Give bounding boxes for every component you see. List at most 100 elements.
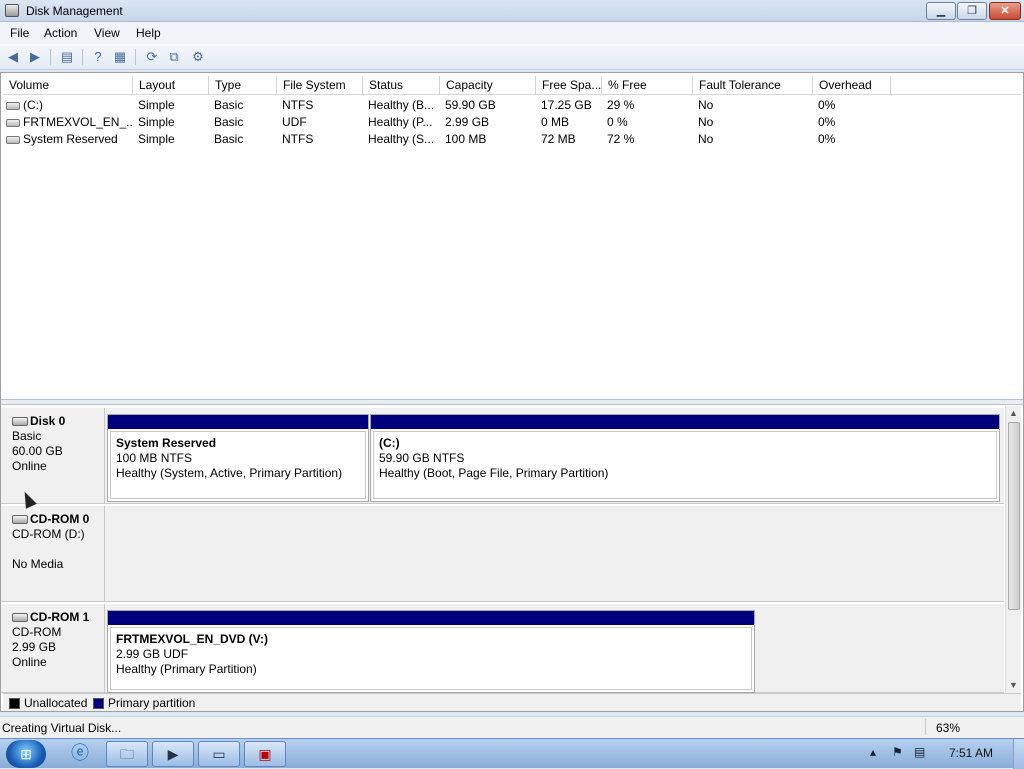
- primary-partition-bar: [108, 415, 368, 429]
- pane-splitter[interactable]: [1, 399, 1023, 405]
- col-overhead[interactable]: Overhead: [813, 76, 891, 95]
- disk-row-disk0: Disk 0 Basic 60.00 GB Online System Rese…: [1, 408, 1004, 504]
- status-separator: [925, 719, 926, 735]
- disk-row-cdrom0: CD-ROM 0 CD-ROM (D:) No Media: [1, 506, 1004, 602]
- disk-graphical-view: Disk 0 Basic 60.00 GB Online System Rese…: [1, 406, 1023, 693]
- col-status[interactable]: Status: [363, 76, 440, 95]
- volume-row-frtmexvol[interactable]: FRTMEXVOL_EN_... Simple Basic UDF Health…: [3, 114, 1021, 131]
- show-desktop-button[interactable]: [1013, 739, 1024, 769]
- fault-tolerance-cell: No: [698, 98, 714, 112]
- capacity-cell: 100 MB: [445, 132, 487, 146]
- partition-details: FRTMEXVOL_EN_DVD (V:) 2.99 GB UDF Health…: [110, 627, 752, 690]
- disk-state: No Media: [12, 557, 64, 571]
- layout-cell: Simple: [138, 98, 175, 112]
- menu-view[interactable]: View: [94, 26, 120, 40]
- start-button[interactable]: ⊞: [6, 740, 46, 768]
- network-icon[interactable]: ▤: [914, 745, 925, 759]
- help-icon[interactable]: ?: [89, 48, 107, 66]
- refresh-icon[interactable]: ⟳: [143, 48, 161, 66]
- capacity-cell: 2.99 GB: [445, 115, 490, 129]
- fs-cell: NTFS: [282, 132, 314, 146]
- status-bar: Creating Virtual Disk... 63%: [0, 716, 1024, 738]
- hard-disk-icon: [12, 417, 28, 426]
- volume-cell: (C:): [6, 97, 132, 114]
- settings-icon[interactable]: ⚙: [189, 48, 207, 66]
- maximize-button[interactable]: ❐: [957, 2, 987, 20]
- primary-partition-bar: [371, 415, 999, 429]
- disk-name-text: CD-ROM 1: [30, 610, 90, 624]
- overhead-cell: 0%: [818, 98, 836, 112]
- browser-icon[interactable]: ⓔ: [60, 741, 100, 767]
- partition-status: Healthy (Boot, Page File, Primary Partit…: [379, 466, 609, 480]
- disk-drive: CD-ROM (D:): [12, 527, 85, 541]
- status-cell: Healthy (B...: [368, 98, 435, 112]
- fs-cell: UDF: [282, 115, 307, 129]
- disk-state: Online: [12, 459, 47, 473]
- col-type[interactable]: Type: [209, 76, 277, 95]
- status-cell: Healthy (S...: [368, 132, 435, 146]
- disk-name: CD-ROM 0: [12, 512, 104, 527]
- menu-action[interactable]: Action: [44, 26, 77, 40]
- properties-icon[interactable]: ▦: [111, 48, 129, 66]
- col-free-space[interactable]: Free Spa...: [536, 76, 602, 95]
- menu-help[interactable]: Help: [136, 26, 161, 40]
- col-file-system[interactable]: File System: [277, 76, 363, 95]
- toolbox-icon[interactable]: ▣: [244, 741, 286, 767]
- overhead-cell: 0%: [818, 132, 836, 146]
- console-tree-icon[interactable]: ▤: [58, 48, 76, 66]
- scroll-down-icon[interactable]: ▼: [1009, 680, 1018, 690]
- disk-state: Online: [12, 655, 47, 669]
- percent-free-cell: 72 %: [607, 132, 635, 146]
- action-center-flag-icon[interactable]: ⚑: [892, 745, 903, 759]
- minimize-button[interactable]: ▁: [926, 2, 956, 20]
- volume-list-header: Volume Layout Type File System Status Ca…: [3, 76, 1021, 95]
- disk-label-cdrom0[interactable]: CD-ROM 0 CD-ROM (D:) No Media: [4, 506, 105, 601]
- disk-size: [12, 542, 104, 557]
- back-icon[interactable]: ◀: [4, 48, 22, 66]
- col-fault-tolerance[interactable]: Fault Tolerance: [693, 76, 813, 95]
- capacity-cell: 59.90 GB: [445, 98, 496, 112]
- col-capacity[interactable]: Capacity: [440, 76, 536, 95]
- col-volume[interactable]: Volume: [3, 76, 133, 95]
- disk-name-text: CD-ROM 0: [30, 512, 90, 526]
- partition-size: 2.99 GB UDF: [116, 647, 189, 661]
- primary-partition-swatch: [93, 698, 104, 709]
- volume-cell: FRTMEXVOL_EN_...: [6, 114, 132, 131]
- graph-scrollbar[interactable]: ▲ ▼: [1005, 406, 1021, 693]
- close-button[interactable]: ✕: [989, 2, 1021, 20]
- computer-management-icon[interactable]: ▭: [198, 741, 240, 767]
- forward-icon[interactable]: ▶: [26, 48, 44, 66]
- cd-drive-icon: [12, 515, 28, 524]
- volume-row-system-reserved[interactable]: System Reserved Simple Basic NTFS Health…: [3, 131, 1021, 148]
- volume-cell: System Reserved: [6, 131, 132, 148]
- menu-file[interactable]: File: [10, 26, 29, 40]
- clock[interactable]: 7:51 AM: [949, 746, 993, 760]
- legend-primary-partition: Primary partition: [108, 696, 196, 710]
- drive-icon: [6, 101, 20, 110]
- partition-title: System Reserved: [116, 436, 217, 450]
- partition-title: FRTMEXVOL_EN_DVD (V:): [116, 632, 269, 646]
- volume-row-c[interactable]: (C:) Simple Basic NTFS Healthy (B... 59.…: [3, 97, 1021, 114]
- legend-unallocated: Unallocated: [24, 696, 88, 710]
- disk-type: CD-ROM: [12, 625, 62, 639]
- col-percent-free[interactable]: % Free: [602, 76, 693, 95]
- col-layout[interactable]: Layout: [133, 76, 209, 95]
- partition-status: Healthy (System, Active, Primary Partiti…: [116, 466, 343, 480]
- volume-name: FRTMEXVOL_EN_...: [23, 115, 132, 129]
- disk-label-disk0[interactable]: Disk 0 Basic 60.00 GB Online: [4, 408, 105, 503]
- partition-c[interactable]: (C:) 59.90 GB NTFS Healthy (Boot, Page F…: [370, 414, 1000, 502]
- disk-name: Disk 0: [12, 414, 104, 429]
- scrollbar-thumb[interactable]: [1008, 422, 1020, 610]
- partition-system-reserved[interactable]: System Reserved 100 MB NTFS Healthy (Sys…: [107, 414, 369, 502]
- partition-size: 100 MB NTFS: [116, 451, 193, 465]
- scroll-up-icon[interactable]: ▲: [1009, 408, 1018, 418]
- show-hidden-icons-icon[interactable]: ▴: [870, 745, 876, 759]
- media-player-icon[interactable]: ▶: [152, 741, 194, 767]
- fault-tolerance-cell: No: [698, 132, 714, 146]
- menu-bar: File Action View Help: [0, 22, 1024, 44]
- volume-list: Volume Layout Type File System Status Ca…: [3, 76, 1021, 398]
- rescan-icon[interactable]: ⧉: [165, 48, 183, 66]
- partition-frtmexvol[interactable]: FRTMEXVOL_EN_DVD (V:) 2.99 GB UDF Health…: [107, 610, 755, 693]
- explorer-icon[interactable]: 🗀: [106, 741, 148, 767]
- disk-label-cdrom1[interactable]: CD-ROM 1 CD-ROM 2.99 GB Online: [4, 604, 105, 692]
